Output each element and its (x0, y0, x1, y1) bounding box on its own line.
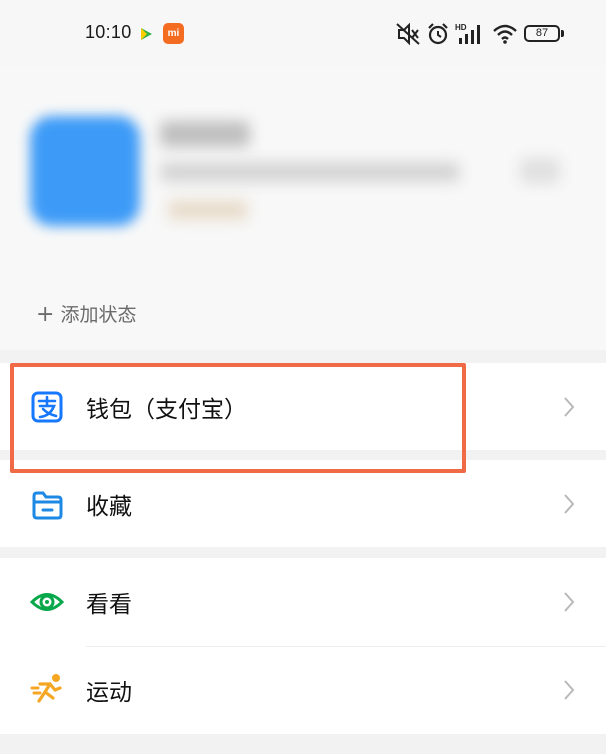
menu-item-label: 收藏 (86, 493, 132, 520)
folder-favorites-icon (32, 491, 63, 520)
chevron-right-icon (564, 592, 575, 612)
eye-icon (30, 593, 64, 611)
running-icon (30, 674, 62, 703)
avatar[interactable] (30, 116, 140, 226)
favorites-card: 收藏 (0, 460, 606, 547)
blurred-account-id (160, 162, 460, 182)
wifi-icon (493, 24, 517, 44)
svg-text:HD: HD (455, 23, 467, 32)
blurred-nickname (160, 121, 250, 147)
mi-icon: mi (163, 23, 184, 44)
status-bar: 10:10 mi HD 87 (0, 0, 606, 66)
blurred-qr-code[interactable] (520, 158, 560, 184)
battery-icon: 87 (524, 25, 560, 42)
menu-item-look[interactable]: 看看 (0, 558, 606, 646)
menu-item-label: 运动 (86, 680, 132, 706)
chevron-right-icon (564, 680, 575, 700)
add-status-button[interactable]: + 添加状态 (36, 300, 136, 327)
profile-header[interactable]: + 添加状态 (0, 66, 606, 350)
discover-card: 看看 运动 (0, 558, 606, 734)
menu-item-label: 看看 (86, 592, 132, 618)
battery-tip (561, 30, 564, 37)
plus-icon: + (36, 302, 55, 327)
alarm-icon (428, 23, 448, 45)
mute-icon (396, 22, 420, 46)
play-icon (141, 28, 152, 40)
menu-item-favorites[interactable]: 收藏 (0, 460, 606, 547)
chevron-right-icon (564, 397, 575, 417)
chevron-right-icon (564, 494, 575, 514)
highlight-box (10, 363, 466, 473)
blurred-status-chip (168, 200, 248, 220)
add-status-label: 添加状态 (60, 304, 137, 326)
menu-item-sport[interactable]: 运动 (0, 646, 606, 734)
signal-icon: HD (455, 23, 480, 44)
status-time: 10:10 (85, 22, 132, 42)
